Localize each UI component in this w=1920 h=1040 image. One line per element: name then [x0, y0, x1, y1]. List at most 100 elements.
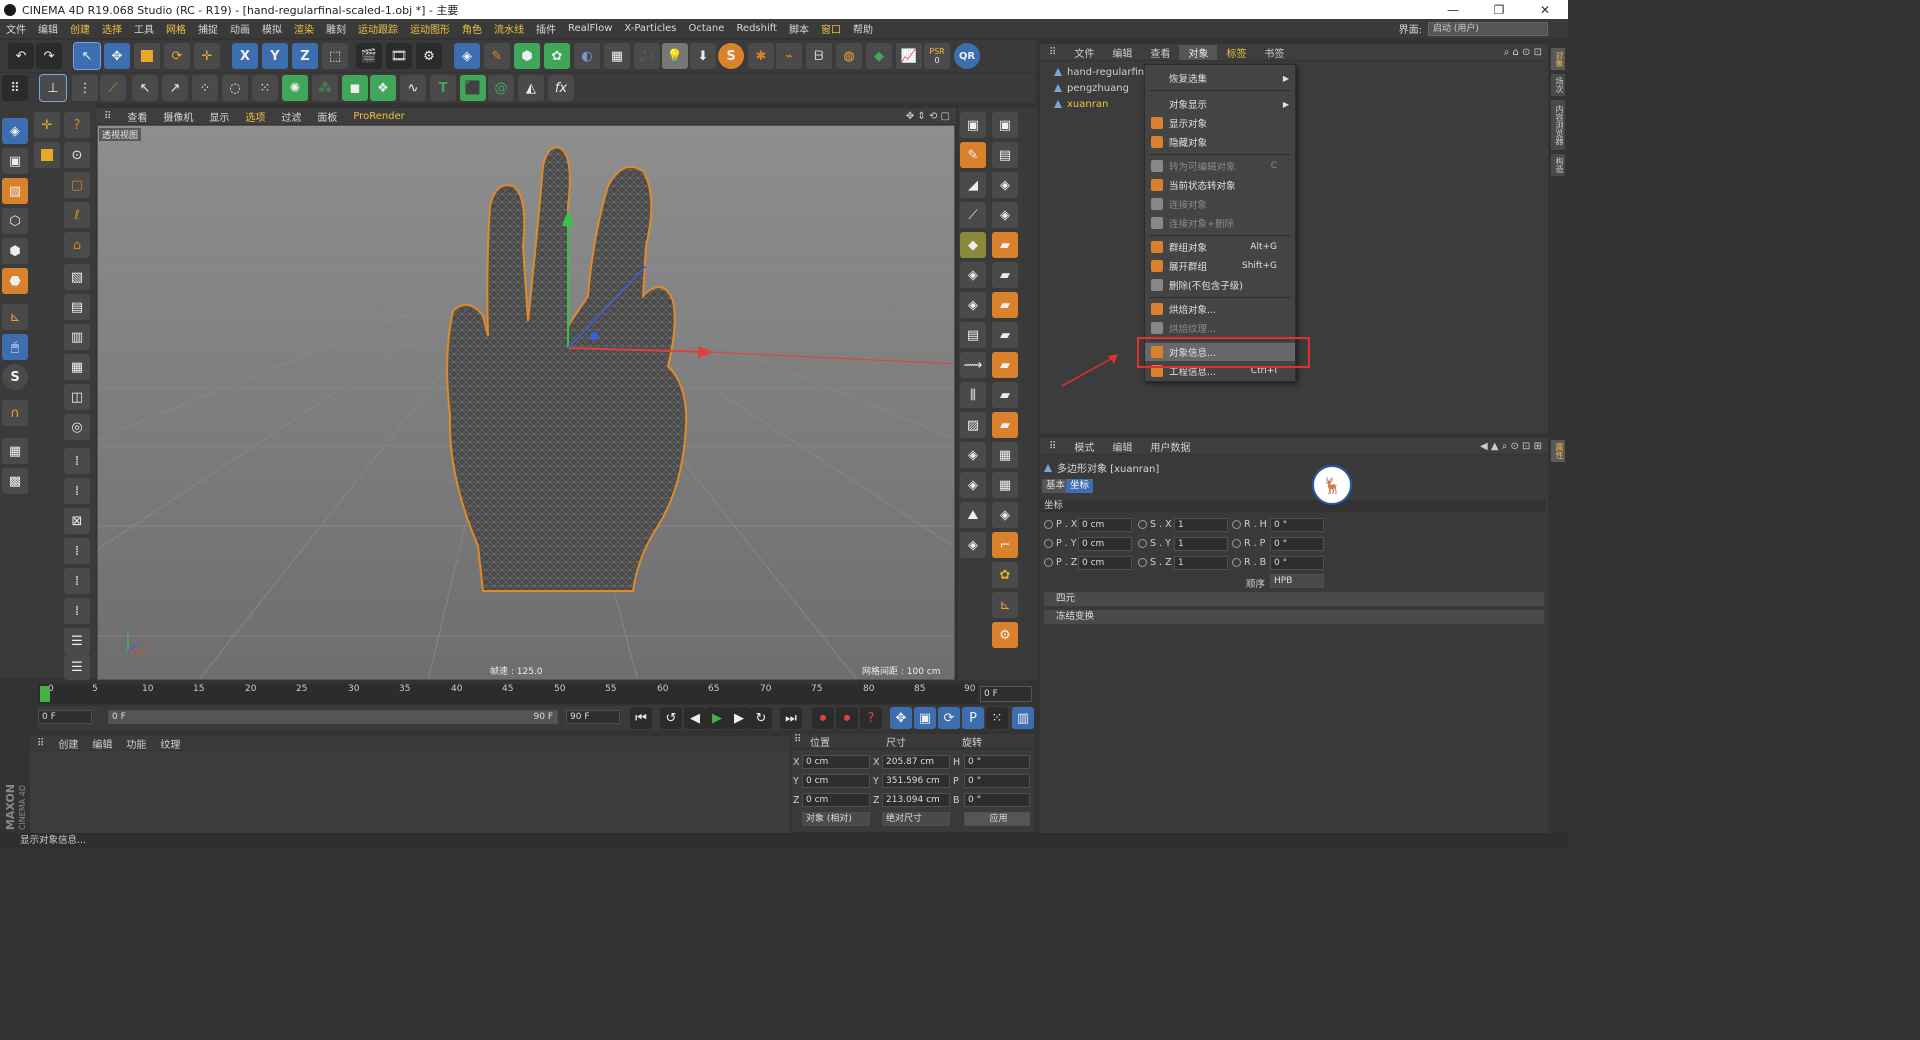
- am-menu-userdata[interactable]: 用户数据: [1141, 439, 1199, 454]
- side-tool-5-icon[interactable]: ◈: [992, 172, 1018, 198]
- edges-mode-icon[interactable]: ⬢: [2, 238, 28, 264]
- gear-green-icon[interactable]: ✺: [282, 75, 308, 101]
- coord-size-x[interactable]: 205.87 cm: [882, 755, 950, 769]
- timeline-window-icon[interactable]: ▥: [1012, 707, 1034, 729]
- am-tab-coord[interactable]: 坐标: [1066, 479, 1094, 493]
- menu-item-expand-group[interactable]: 展开群组 Shift+G: [1145, 257, 1295, 275]
- coord-size-y[interactable]: 351.596 cm: [882, 774, 950, 788]
- menu-select[interactable]: 选择: [96, 21, 128, 36]
- sx-field[interactable]: 1: [1174, 518, 1228, 532]
- pen-icon[interactable]: ✎: [484, 43, 510, 69]
- extrude-icon[interactable]: ▤: [64, 294, 90, 320]
- am-handle[interactable]: ⠿: [1040, 441, 1065, 452]
- range-slider[interactable]: 0 F 90 F: [108, 710, 558, 724]
- om-search-icon[interactable]: ⌕ ⌂ ⊙ ⊡: [1504, 47, 1548, 58]
- mat-menu-create[interactable]: 创建: [51, 736, 85, 751]
- menu-item-connect-delete[interactable]: 连接对象+删除: [1145, 214, 1295, 232]
- object-row[interactable]: pengzhuang: [1054, 80, 1129, 96]
- dots-green-icon[interactable]: ⁂: [312, 75, 338, 101]
- sy-animate-icon[interactable]: [1138, 539, 1147, 548]
- render-picture-viewer-icon[interactable]: 🎞: [386, 43, 412, 69]
- side-tool-20-icon[interactable]: ▨: [960, 412, 986, 438]
- order-select[interactable]: HPB: [1270, 574, 1324, 588]
- side-tool-11-icon[interactable]: ▰: [992, 262, 1018, 288]
- key-scale-icon[interactable]: ▣: [914, 707, 936, 729]
- side-tool-6-icon[interactable]: ⟋: [960, 202, 986, 228]
- om-menu-view[interactable]: 查看: [1141, 45, 1179, 60]
- side-tool-28-icon[interactable]: ◈: [960, 532, 986, 558]
- viewport-menu-view[interactable]: 查看: [119, 109, 155, 124]
- menu-sculpt[interactable]: 雕刻: [320, 21, 352, 36]
- side-tool-32-icon[interactable]: ⚙: [992, 622, 1018, 648]
- side-tool-3-icon[interactable]: ▤: [992, 142, 1018, 168]
- am-menu-mode[interactable]: 模式: [1065, 439, 1103, 454]
- brush-icon[interactable]: ✎: [960, 142, 986, 168]
- om-menu-edit[interactable]: 编辑: [1103, 45, 1141, 60]
- xparticles-icon[interactable]: ✱: [748, 43, 774, 69]
- object-row[interactable]: hand-regularfinal: [1054, 64, 1153, 80]
- side-tool-16-icon[interactable]: ⟿: [960, 352, 986, 378]
- side-tool-23-icon[interactable]: ▦: [992, 442, 1018, 468]
- menu-mograph[interactable]: 运动图形: [404, 21, 456, 36]
- x-axis-lock-icon[interactable]: X: [232, 43, 258, 69]
- menu-window[interactable]: 窗口: [815, 21, 847, 36]
- next-frame-icon[interactable]: ▶: [728, 707, 750, 729]
- side-tool-17-icon[interactable]: ▰: [992, 352, 1018, 378]
- boxes-green-icon[interactable]: ❖: [370, 75, 396, 101]
- menu-help[interactable]: 帮助: [847, 21, 879, 36]
- key-rotation-icon[interactable]: ⟳: [938, 707, 960, 729]
- side-tool-7-icon[interactable]: ◈: [992, 202, 1018, 228]
- key-param-icon[interactable]: P: [962, 707, 984, 729]
- am-tab-basic[interactable]: 基本: [1042, 479, 1070, 493]
- undo-icon[interactable]: ↶: [8, 43, 34, 69]
- side-tool-27-icon[interactable]: ◈: [992, 502, 1018, 528]
- viewport-menu-handle[interactable]: ⠿: [96, 111, 119, 122]
- viewport-menu-options[interactable]: 选项: [237, 109, 273, 124]
- key-pla-icon[interactable]: ⁙: [986, 707, 1008, 729]
- download-icon[interactable]: ⬇: [690, 43, 716, 69]
- sx-animate-icon[interactable]: [1138, 520, 1147, 529]
- coord-pos-y[interactable]: 0 cm: [802, 774, 870, 788]
- render-view-icon[interactable]: 🎬: [356, 43, 382, 69]
- dot-grid-5-icon[interactable]: ⁞: [64, 598, 90, 624]
- inset-icon[interactable]: ▥: [64, 324, 90, 350]
- lock-workplane-icon[interactable]: ▦: [2, 438, 28, 464]
- go-to-end-icon[interactable]: ⏭: [780, 707, 802, 729]
- planar-workplane-icon[interactable]: ▩: [2, 468, 28, 494]
- texture-mode-icon[interactable]: ▣: [2, 148, 28, 174]
- camera-icon[interactable]: 🎥: [634, 43, 660, 69]
- coordinate-system-icon[interactable]: ⬚: [322, 43, 348, 69]
- menu-item-object-display[interactable]: 对象显示 ▶: [1145, 95, 1295, 113]
- box-icon[interactable]: ⬛: [460, 75, 486, 101]
- start-frame-field[interactable]: 0 F: [38, 710, 92, 724]
- om-menu-object[interactable]: 对象: [1179, 44, 1218, 60]
- rh-field[interactable]: 0 °: [1270, 518, 1324, 532]
- z-axis-lock-icon[interactable]: Z: [292, 43, 318, 69]
- tweak-mode-icon[interactable]: 🖱: [2, 334, 28, 360]
- side-tool-29-icon[interactable]: ⌐: [992, 532, 1018, 558]
- viewport-menu-panel[interactable]: 面板: [309, 109, 345, 124]
- menu-pipeline[interactable]: 流水线: [488, 21, 530, 36]
- timeline-playhead[interactable]: [40, 686, 50, 702]
- layer-2-icon[interactable]: ☰: [64, 654, 90, 680]
- menu-motion-tracker[interactable]: 运动跟踪: [352, 21, 404, 36]
- side-tool-9-icon[interactable]: ▰: [992, 232, 1018, 258]
- coord-rot-p[interactable]: 0 °: [964, 774, 1030, 788]
- side-tool-19-icon[interactable]: ▰: [992, 382, 1018, 408]
- menu-octane[interactable]: Octane: [683, 23, 731, 34]
- viewport-menu-display[interactable]: 显示: [201, 109, 237, 124]
- py-field[interactable]: 0 cm: [1078, 537, 1132, 551]
- coord-size-mode-select[interactable]: 绝对尺寸: [882, 812, 950, 826]
- menu-create[interactable]: 创建: [64, 21, 96, 36]
- dot-grid-1-icon[interactable]: ⁞: [64, 448, 90, 474]
- y-axis-lock-icon[interactable]: Y: [262, 43, 288, 69]
- mat-menu-edit[interactable]: 编辑: [85, 736, 119, 751]
- side-tool-1-icon[interactable]: ▣: [960, 112, 986, 138]
- side-tool-30-icon[interactable]: ✿: [992, 562, 1018, 588]
- knife-icon[interactable]: ⟋: [100, 75, 126, 101]
- side-tab-objects[interactable]: 对象: [1551, 48, 1565, 70]
- mat-menu-function[interactable]: 功能: [119, 736, 153, 751]
- cube-green-icon[interactable]: ◼: [342, 75, 368, 101]
- points-mode-icon[interactable]: ⬡: [2, 208, 28, 234]
- close-button[interactable]: ✕: [1522, 3, 1568, 17]
